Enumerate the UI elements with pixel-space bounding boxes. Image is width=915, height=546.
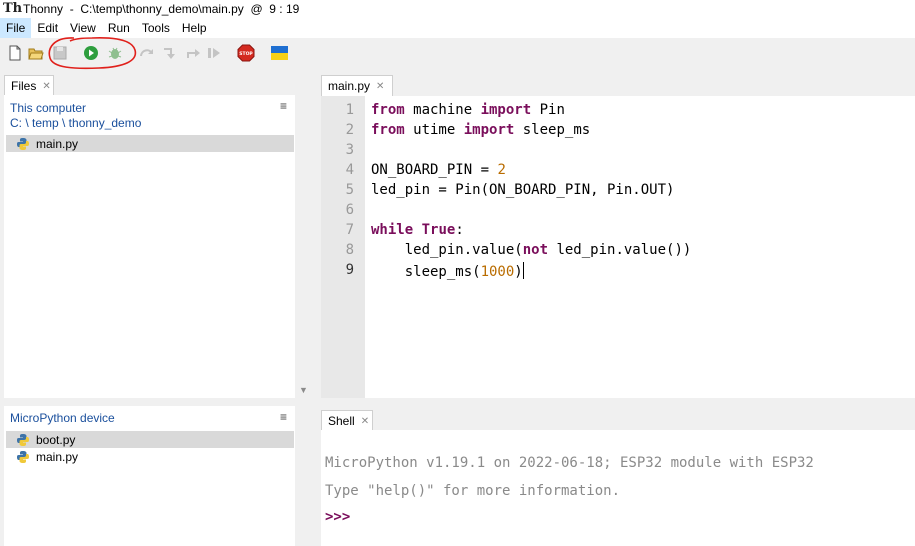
file-name: boot.py — [36, 432, 76, 447]
ukraine-flag-icon[interactable] — [271, 46, 288, 60]
device-panel: MicroPython device ≡ boot.py main.py — [4, 406, 295, 546]
text-caret — [522, 262, 524, 279]
shell-output-line: Type "help()" for more information. — [325, 483, 621, 499]
shell-output-line: MicroPython v1.19.1 on 2022-06-18; ESP32… — [325, 455, 814, 471]
toolbar: STOP — [0, 37, 915, 70]
this-computer-path[interactable]: C: \ temp \ thonny_demo — [10, 116, 141, 130]
code-line[interactable]: led_pin.value(not led_pin.value()) — [371, 242, 692, 258]
code-line[interactable]: while True: — [371, 222, 464, 238]
thonny-app-icon: Th — [3, 1, 23, 16]
this-computer-header[interactable]: This computer — [10, 101, 86, 115]
close-icon[interactable]: ✕ — [361, 416, 369, 427]
code-line[interactable]: from machine import Pin — [371, 102, 565, 118]
close-icon[interactable]: ✕ — [42, 81, 50, 92]
code-editor[interactable]: from machine import Pin from utime impor… — [365, 96, 915, 398]
python-file-icon — [17, 433, 29, 446]
code-line[interactable]: sleep_ms(1000) — [371, 262, 524, 280]
file-name: main.py — [36, 449, 79, 464]
tab-shell-label: Shell — [328, 414, 355, 428]
line-number: 6 — [345, 202, 354, 218]
step-into-icon[interactable] — [162, 45, 178, 61]
title-bar: Th Thonny - C:\temp\thonny_demo\main.py … — [0, 0, 915, 18]
step-over-icon[interactable] — [139, 45, 155, 61]
files-tabbar: Files ✕ — [0, 71, 315, 96]
resume-icon[interactable] — [206, 45, 222, 61]
code-line[interactable]: led_pin = Pin(ON_BOARD_PIN, Pin.OUT) — [371, 182, 674, 198]
pane-splitter[interactable] — [320, 398, 915, 406]
new-file-icon[interactable] — [7, 45, 23, 61]
file-row[interactable]: main.py — [6, 448, 294, 465]
tab-files-label: Files — [11, 79, 37, 93]
tab-main-py[interactable]: main.py ✕ — [321, 75, 393, 96]
editor-tabbar: main.py ✕ — [315, 71, 915, 96]
line-number: 7 — [345, 222, 354, 238]
line-number-gutter: 1 2 3 4 5 6 7 8 9 — [321, 96, 365, 398]
line-number: 9 — [345, 262, 354, 278]
line-number: 8 — [345, 242, 354, 258]
step-out-icon[interactable] — [185, 45, 201, 61]
tab-shell[interactable]: Shell ✕ — [321, 410, 373, 431]
file-name: main.py — [36, 136, 79, 151]
tab-main-py-label: main.py — [328, 79, 371, 93]
this-computer-panel: This computer C: \ temp \ thonny_demo ≡ … — [4, 95, 295, 398]
panel-menu-icon[interactable]: ≡ — [280, 99, 287, 113]
open-file-icon[interactable] — [28, 45, 44, 61]
line-number: 4 — [345, 162, 354, 178]
shell-tabbar: Shell ✕ — [315, 406, 915, 431]
tab-files[interactable]: Files ✕ — [4, 75, 54, 96]
line-number: 5 — [345, 182, 354, 198]
menu-file[interactable]: File — [0, 18, 32, 38]
code-line[interactable]: ON_BOARD_PIN = 2 — [371, 162, 506, 178]
annotation-circle — [48, 37, 137, 70]
line-number: 1 — [345, 102, 354, 118]
stop-icon[interactable]: STOP — [237, 44, 255, 62]
scroll-down-icon[interactable]: ▼ — [299, 385, 308, 395]
window-title: Thonny - C:\temp\thonny_demo\main.py @ 9… — [23, 2, 300, 16]
menu-help[interactable]: Help — [176, 18, 213, 38]
python-file-icon — [17, 450, 29, 463]
line-number: 2 — [345, 122, 354, 138]
line-number: 3 — [345, 142, 354, 158]
shell-prompt[interactable]: >>> — [325, 509, 350, 525]
device-header[interactable]: MicroPython device — [10, 411, 115, 425]
files-scrollbar[interactable]: ▼ — [295, 95, 315, 398]
close-icon[interactable]: ✕ — [376, 81, 384, 92]
stop-icon-label: STOP — [239, 51, 253, 57]
panel-menu-icon[interactable]: ≡ — [280, 410, 287, 424]
python-file-icon — [17, 137, 29, 150]
menu-tools[interactable]: Tools — [136, 18, 176, 38]
file-row[interactable]: boot.py — [6, 431, 294, 448]
code-line[interactable]: from utime import sleep_ms — [371, 122, 590, 138]
file-row[interactable]: main.py — [6, 135, 294, 152]
